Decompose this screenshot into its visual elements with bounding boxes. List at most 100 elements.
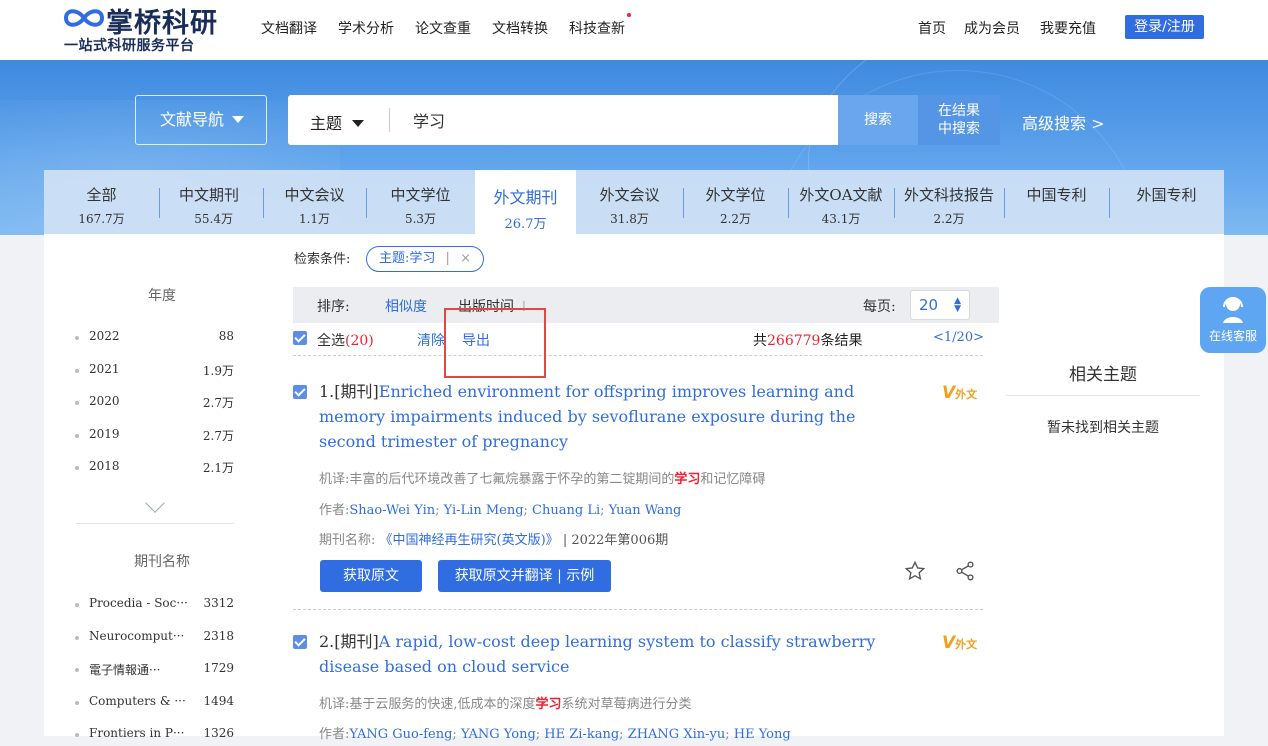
- per-page-select[interactable]: 20 ▲ ▼: [910, 290, 970, 320]
- nav-novelty[interactable]: 科技查新: [569, 13, 631, 38]
- literature-nav-dropdown[interactable]: 文献导航: [135, 95, 267, 145]
- mt-text: 基于云服务的快速,低成本的深度: [349, 697, 536, 712]
- result-checkbox[interactable]: [293, 635, 307, 649]
- chevron-down-icon[interactable]: [145, 493, 165, 513]
- site-logo[interactable]: 掌桥科研 一站式科研服务平台: [62, 3, 222, 55]
- author-link[interactable]: YANG Yong: [461, 727, 536, 742]
- year-filter-item[interactable]: 2018 2.1万: [74, 459, 244, 479]
- result-type: [期刊]: [334, 382, 379, 401]
- journal-filter-item[interactable]: Procedia - Soc··· 3312: [74, 596, 244, 616]
- nav-recharge[interactable]: 我要充值: [1040, 18, 1096, 38]
- bullet-icon: [75, 668, 79, 672]
- select-all-checkbox[interactable]: [293, 331, 307, 345]
- bullet-icon: [75, 401, 79, 405]
- tab-foreign-conference[interactable]: 外文会议 31.8万: [576, 170, 683, 234]
- per-page-label: 每页:: [863, 299, 896, 315]
- year-label: 2020: [89, 394, 120, 408]
- star-icon[interactable]: [904, 560, 926, 582]
- condition-tag[interactable]: 主题:学习 | ×: [366, 246, 484, 272]
- updown-icon: ▲ ▼: [954, 296, 961, 314]
- bullet-icon: [75, 701, 79, 705]
- advanced-search-link[interactable]: 高级搜索 >: [1022, 110, 1105, 134]
- year-count: 88: [218, 329, 234, 343]
- result-checkbox[interactable]: [293, 385, 307, 399]
- year-filter-item[interactable]: 2020 2.7万: [74, 394, 244, 414]
- result-type: [期刊]: [334, 632, 379, 651]
- badge-text: 外文: [955, 638, 978, 651]
- nav-home[interactable]: 首页: [918, 18, 946, 38]
- author-link[interactable]: Shao-Wei Yin: [349, 503, 435, 518]
- get-and-translate-button[interactable]: 获取原文并翻译 | 示例: [438, 560, 611, 592]
- divider: [76, 523, 234, 524]
- nav-translate[interactable]: 文档翻译: [261, 18, 317, 38]
- author-link[interactable]: HE Zi-kang: [544, 727, 619, 742]
- tab-title: 外文会议: [599, 186, 660, 204]
- search-button[interactable]: 搜索: [838, 95, 918, 145]
- sort-by-relevance[interactable]: 相似度: [385, 296, 427, 316]
- tab-all[interactable]: 全部 167.7万: [44, 170, 159, 234]
- journal-info: 期刊名称: 《中国神经再生研究(英文版)》 | 2022年第006期: [319, 529, 668, 548]
- logo-tagline: 一站式科研服务平台: [64, 38, 195, 54]
- caret-down-icon: [232, 116, 245, 123]
- year-filter-item[interactable]: 2022 88: [74, 329, 244, 349]
- sort-bar: 排序: 相似度 出版时间 ↓ 每页: 20 ▲ ▼: [293, 287, 999, 323]
- journal-filter-item[interactable]: Computers & ··· 1494: [74, 694, 244, 714]
- clear-button[interactable]: 清除: [417, 330, 445, 350]
- year-filter-item[interactable]: 2019 2.7万: [74, 427, 244, 447]
- result-title[interactable]: 1.[期刊]Enriched environment for offspring…: [319, 379, 899, 454]
- search-input[interactable]: [413, 110, 813, 129]
- tab-cn-patent[interactable]: 中国专利: [1004, 170, 1109, 234]
- login-button[interactable]: 登录/注册: [1125, 15, 1204, 39]
- per-page-value: 20: [919, 296, 939, 314]
- select-all-text: 全选: [317, 333, 345, 349]
- author-link[interactable]: Yi-Lin Meng: [444, 503, 524, 518]
- search-in-results-button[interactable]: 在结果 中搜索: [918, 95, 1000, 145]
- search-in-results-line2: 中搜索: [938, 121, 980, 137]
- result-title[interactable]: 2.[期刊]A rapid, low-cost deep learning sy…: [319, 629, 899, 679]
- online-service-button[interactable]: 在线客服: [1200, 287, 1266, 353]
- author-link[interactable]: HE Yong: [734, 727, 791, 742]
- select-all-label[interactable]: 全选(20): [317, 330, 374, 350]
- nav-member[interactable]: 成为会员: [964, 18, 1020, 38]
- online-service-label: 在线客服: [1208, 329, 1257, 343]
- share-icon[interactable]: [954, 560, 976, 582]
- results-page: 年度 2022 88 2021 1.9万 2020 2.7万 2019 2.7万 201…: [44, 234, 1224, 742]
- author-link[interactable]: Yuan Wang: [609, 503, 682, 518]
- foreign-badge-icon: V外文: [942, 383, 978, 403]
- get-fulltext-button[interactable]: 获取原文: [320, 560, 422, 592]
- journal-filter-title: 期刊名称: [134, 554, 190, 570]
- tab-title: 中文学位: [390, 186, 451, 204]
- journal-filter-item[interactable]: Neurocomput··· 2318: [74, 629, 244, 649]
- pagination[interactable]: <1/20>: [933, 330, 984, 345]
- tab-cn-journal[interactable]: 中文期刊 55.4万: [159, 170, 263, 234]
- nav-analysis[interactable]: 学术分析: [338, 18, 394, 38]
- bullet-icon: [75, 434, 79, 438]
- year-filter-title: 年度: [148, 288, 176, 304]
- journal-filter-item[interactable]: Frontiers in P··· 1326: [74, 726, 244, 746]
- result-title-text: Enriched environment for offspring impro…: [319, 382, 856, 451]
- sort-label: 排序:: [317, 299, 350, 315]
- tab-foreign-oa[interactable]: 外文OA文献 43.1万: [788, 170, 894, 234]
- bullet-icon: [75, 603, 79, 607]
- tab-foreign-report[interactable]: 外文科技报告 2.2万: [894, 170, 1004, 234]
- tab-foreign-patent[interactable]: 外国专利: [1109, 170, 1224, 234]
- nav-plagiarism[interactable]: 论文查重: [415, 18, 471, 38]
- author-link[interactable]: Chuang Li: [532, 503, 600, 518]
- author-link[interactable]: ZHANG Xin-yu: [628, 727, 726, 742]
- journal-link[interactable]: 《中国神经再生研究(英文版)》: [380, 533, 559, 548]
- tab-cn-degree[interactable]: 中文学位 5.3万: [366, 170, 475, 234]
- tab-count: 5.3万: [404, 212, 437, 226]
- search-field-select[interactable]: 主题: [310, 110, 365, 134]
- journal-filter-item[interactable]: 電子情報通··· 1729: [74, 661, 244, 681]
- year-label: 2021: [89, 362, 120, 376]
- main-nav: 文档翻译 学术分析 论文查重 文档转换 科技查新: [261, 13, 646, 38]
- close-icon[interactable]: ×: [460, 251, 471, 266]
- authors: 作者:Shao-Wei Yin; Yi-Lin Meng; Chuang Li;…: [319, 503, 682, 518]
- author-link[interactable]: YANG Guo-feng: [349, 727, 452, 742]
- tab-foreign-journal[interactable]: 外文期刊 26.7万: [475, 170, 576, 234]
- year-filter-item[interactable]: 2021 1.9万: [74, 362, 244, 382]
- nav-convert[interactable]: 文档转换: [492, 18, 548, 38]
- tab-foreign-degree[interactable]: 外文学位 2.2万: [683, 170, 788, 234]
- year-count: 2.7万: [202, 396, 234, 410]
- tab-cn-conference[interactable]: 中文会议 1.1万: [263, 170, 366, 234]
